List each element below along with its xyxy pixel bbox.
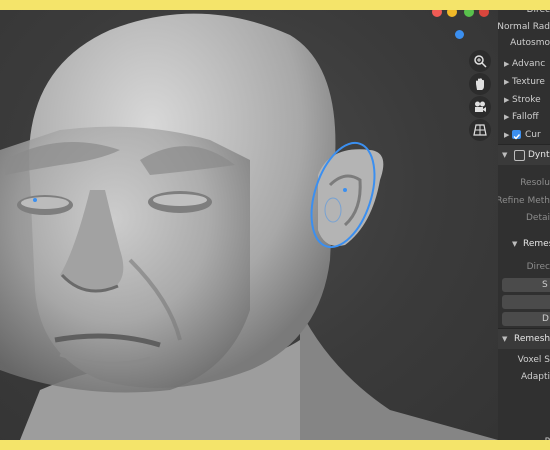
- field-label: Direc: [526, 262, 550, 272]
- collapse-arrow-icon: ▼: [512, 240, 518, 248]
- field-label: Resolu: [520, 178, 550, 188]
- field-label: Adapti: [521, 372, 550, 382]
- active-object-dot-icon: [455, 30, 464, 39]
- autosmooth-row[interactable]: Autosmo: [498, 34, 550, 52]
- expand-arrow-icon: ▶: [504, 131, 510, 139]
- subpanel-cursor[interactable]: ▶ Cur: [498, 126, 550, 144]
- sculpted-head-model: [0, 13, 498, 440]
- remesh-button-blank[interactable]: [502, 295, 550, 309]
- dyntopo-section-header[interactable]: ▼ Dyntop: [498, 144, 550, 165]
- subpanel-label: Texture: [512, 77, 545, 87]
- section-title: Remesh: [514, 334, 550, 344]
- properties-panel: Direc Normal Rad Autosmo ▶ Advanc ▶ Text…: [498, 10, 550, 440]
- subpanel-falloff[interactable]: ▶ Falloff: [498, 108, 550, 126]
- 3d-viewport[interactable]: [0, 10, 498, 440]
- collapse-arrow-icon: ▼: [502, 335, 508, 343]
- remesh-section-header[interactable]: ▼ Remesh: [498, 328, 550, 349]
- button-label: S: [542, 280, 548, 290]
- collapse-arrow-icon: ▼: [502, 151, 508, 159]
- dyntopo-refine-method-row: Refine Meth: [498, 192, 550, 210]
- subpanel-advanced[interactable]: ▶ Advanc: [498, 55, 550, 73]
- dyntopo-detail-row: Detai: [498, 209, 550, 227]
- section-title: Remesh: [523, 239, 550, 249]
- subpanel-label: Falloff: [512, 112, 539, 122]
- footer-label: P: [545, 433, 550, 440]
- remesh-button-s[interactable]: S: [502, 278, 550, 292]
- subpanel-stroke[interactable]: ▶ Stroke: [498, 91, 550, 109]
- expand-arrow-icon: ▶: [504, 96, 510, 104]
- subpanel-label: Cur: [525, 130, 541, 140]
- adaptivity-row[interactable]: Adapti: [498, 368, 550, 386]
- subpanel-label: Advanc: [512, 59, 546, 69]
- zoom-icon[interactable]: [469, 50, 491, 72]
- remesh-subpanel-header[interactable]: ▼ Remesh: [498, 235, 550, 253]
- remesh-direction-row: Direc: [498, 258, 550, 276]
- expand-arrow-icon: ▶: [504, 60, 510, 68]
- app-frame: Direc Normal Rad Autosmo ▶ Advanc ▶ Text…: [0, 10, 550, 440]
- camera-icon[interactable]: [469, 96, 491, 118]
- field-label: Voxel S: [517, 355, 550, 365]
- subpanel-label: Stroke: [512, 95, 541, 105]
- grid-icon[interactable]: [469, 119, 491, 141]
- field-label: Detai: [525, 213, 550, 223]
- dyntopo-checkbox[interactable]: [514, 150, 525, 161]
- expand-arrow-icon: ▶: [504, 78, 510, 86]
- field-label: Refine Meth: [498, 196, 550, 206]
- button-label: D: [542, 314, 549, 324]
- cursor-checkbox[interactable]: [512, 130, 521, 140]
- section-title: Dyntop: [528, 150, 550, 160]
- panel-footer-row: P: [498, 433, 550, 440]
- voxel-size-row[interactable]: Voxel S: [498, 351, 550, 369]
- expand-arrow-icon: ▶: [504, 113, 510, 121]
- hand-pan-icon[interactable]: [469, 73, 491, 95]
- remesh-button-d[interactable]: D: [502, 312, 550, 326]
- dyntopo-resolution-row: Resolu: [498, 174, 550, 192]
- subpanel-texture[interactable]: ▶ Texture: [498, 73, 550, 91]
- autosmooth-label: Autosmo: [510, 38, 550, 48]
